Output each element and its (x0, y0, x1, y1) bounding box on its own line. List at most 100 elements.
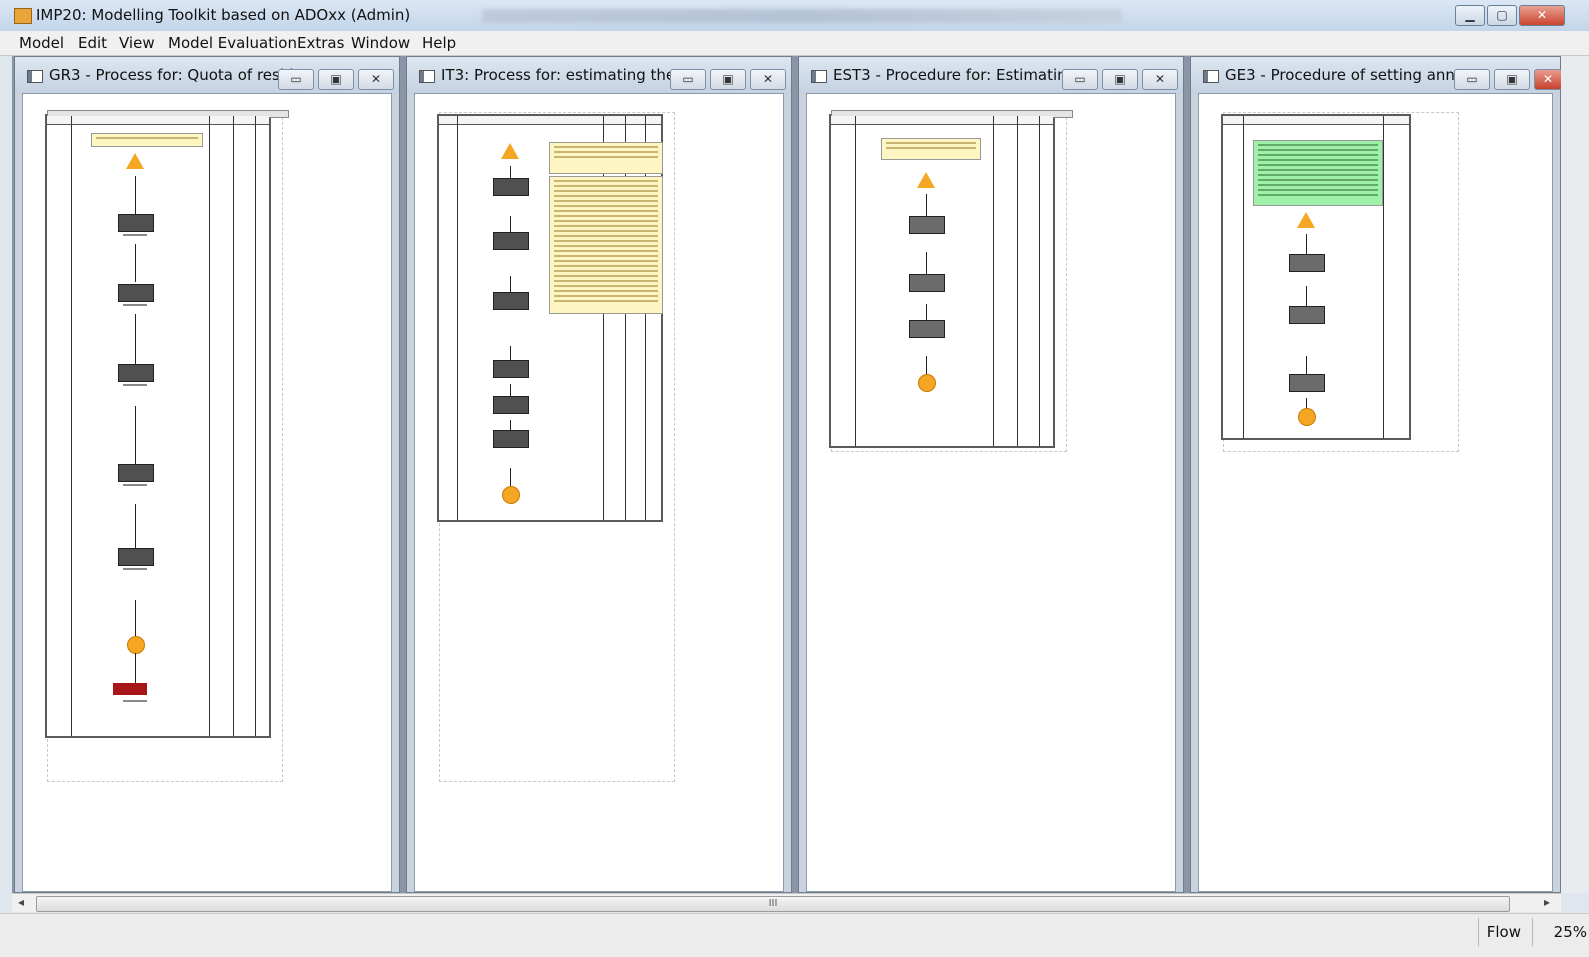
end-event-icon[interactable] (127, 636, 145, 654)
activity-caption (123, 234, 147, 236)
activity-box[interactable] (1289, 254, 1325, 272)
model-canvas[interactable] (806, 93, 1176, 892)
connector (1306, 356, 1307, 374)
scroll-right-arrow-icon[interactable]: ▸ (1544, 895, 1550, 909)
connector (1306, 234, 1307, 254)
window-maximize-button[interactable]: ▣ (710, 69, 746, 90)
window-maximize-button[interactable]: ▣ (1494, 69, 1530, 90)
status-mode: Flow (1486, 923, 1521, 941)
menu-extras[interactable]: Extras (297, 34, 344, 52)
process-diagram[interactable] (1221, 114, 1411, 440)
start-event-icon[interactable] (501, 143, 519, 159)
connector (135, 176, 136, 214)
lane-header (1223, 116, 1409, 125)
end-state-flag-icon[interactable] (113, 683, 147, 695)
activity-box[interactable] (493, 292, 529, 310)
menu-model[interactable]: Model (19, 34, 64, 52)
activity-box[interactable] (493, 178, 529, 196)
annotation-note[interactable] (549, 142, 663, 174)
menu-view[interactable]: View (119, 34, 155, 52)
window-title: EST3 - Procedure for: Estimating... (833, 66, 1091, 84)
connector (510, 384, 511, 396)
activity-box[interactable] (118, 464, 154, 482)
model-canvas[interactable] (22, 93, 392, 892)
horizontal-scrollbar[interactable]: ◂ III ▸ (12, 893, 1561, 912)
window-maximize-button[interactable]: ▣ (318, 69, 354, 90)
activity-box[interactable] (118, 214, 154, 232)
vertical-scrollbar[interactable] (1561, 56, 1589, 893)
activity-box[interactable] (1289, 374, 1325, 392)
window-minimize-button[interactable]: ▭ (1454, 69, 1490, 90)
window-title-bar: IT3: Process for: estimating the ... ▭ ▣… (407, 57, 791, 93)
window-minimize-button[interactable]: ▭ (670, 69, 706, 90)
lane-header (47, 116, 269, 125)
activity-caption (123, 700, 147, 702)
activity-box[interactable] (493, 430, 529, 448)
scroll-left-arrow-icon[interactable]: ◂ (18, 895, 24, 909)
model-window-ge3[interactable]: GE3 - Procedure of setting annu... ▭ ▣ ✕ (1190, 56, 1562, 893)
window-minimize-button[interactable]: ▭ (1062, 69, 1098, 90)
connector (135, 504, 136, 548)
process-diagram[interactable] (437, 114, 663, 522)
menu-model-evaluation[interactable]: Model Evaluation (168, 34, 297, 52)
blurred-document-title (482, 9, 1122, 23)
activity-box[interactable] (493, 396, 529, 414)
window-minimize-button[interactable]: ▭ (278, 69, 314, 90)
process-diagram[interactable] (829, 110, 1073, 448)
activity-box[interactable] (909, 274, 945, 292)
window-close-button[interactable]: ✕ (750, 69, 786, 90)
window-maximize-button[interactable]: ▣ (1102, 69, 1138, 90)
connector (926, 194, 927, 216)
start-event-icon[interactable] (126, 153, 144, 169)
annotation-note[interactable] (881, 138, 981, 160)
model-window-est3[interactable]: EST3 - Procedure for: Estimating... ▭ ▣ … (798, 56, 1184, 893)
window-close-button[interactable]: ✕ (1142, 69, 1178, 90)
model-canvas[interactable] (414, 93, 784, 892)
lane-header (439, 116, 661, 125)
start-event-icon[interactable] (917, 172, 935, 188)
connector (135, 244, 136, 282)
menu-edit[interactable]: Edit (78, 34, 107, 52)
annotation-note[interactable] (91, 133, 203, 147)
start-event-icon[interactable] (1297, 212, 1315, 228)
menu-window[interactable]: Window (351, 34, 410, 52)
activity-box[interactable] (118, 364, 154, 382)
connector (926, 304, 927, 320)
window-close-button[interactable]: ✕ (1534, 69, 1562, 90)
maximize-button[interactable]: ▢ (1487, 5, 1517, 26)
model-canvas[interactable] (1198, 93, 1553, 892)
scrollbar-thumb[interactable]: III (36, 896, 1510, 912)
window-title: GE3 - Procedure of setting annu... (1225, 66, 1479, 84)
activity-box[interactable] (118, 284, 154, 302)
end-event-icon[interactable] (1298, 408, 1316, 426)
model-icon (1203, 70, 1219, 83)
menu-help[interactable]: Help (422, 34, 456, 52)
app-icon (14, 8, 32, 24)
model-window-gr3[interactable]: GR3 - Process for: Quota of resid... ▭ ▣… (14, 56, 400, 893)
annotation-note[interactable] (1253, 140, 1383, 206)
activity-box[interactable] (493, 360, 529, 378)
swimlane-divider (233, 116, 234, 736)
status-separator (1532, 918, 1533, 946)
activity-box[interactable] (909, 216, 945, 234)
swimlane-divider (457, 116, 458, 520)
model-icon (27, 70, 43, 83)
swimlane-divider (255, 116, 256, 736)
activity-box[interactable] (493, 232, 529, 250)
connector (510, 346, 511, 360)
swimlane-divider (993, 116, 994, 446)
activity-caption (123, 568, 147, 570)
swimlane-divider (209, 116, 210, 736)
window-close-button[interactable]: ✕ (358, 69, 394, 90)
activity-box[interactable] (118, 548, 154, 566)
activity-box[interactable] (1289, 306, 1325, 324)
window-title-bar: GE3 - Procedure of setting annu... ▭ ▣ ✕ (1191, 57, 1562, 93)
end-event-icon[interactable] (502, 486, 520, 504)
model-window-it3[interactable]: IT3: Process for: estimating the ... ▭ ▣… (406, 56, 792, 893)
end-event-icon[interactable] (918, 374, 936, 392)
close-button[interactable]: ✕ (1519, 5, 1565, 26)
minimize-button[interactable]: ▁ (1455, 5, 1485, 26)
process-diagram[interactable] (45, 110, 289, 738)
annotation-note[interactable] (549, 176, 663, 314)
activity-box[interactable] (909, 320, 945, 338)
